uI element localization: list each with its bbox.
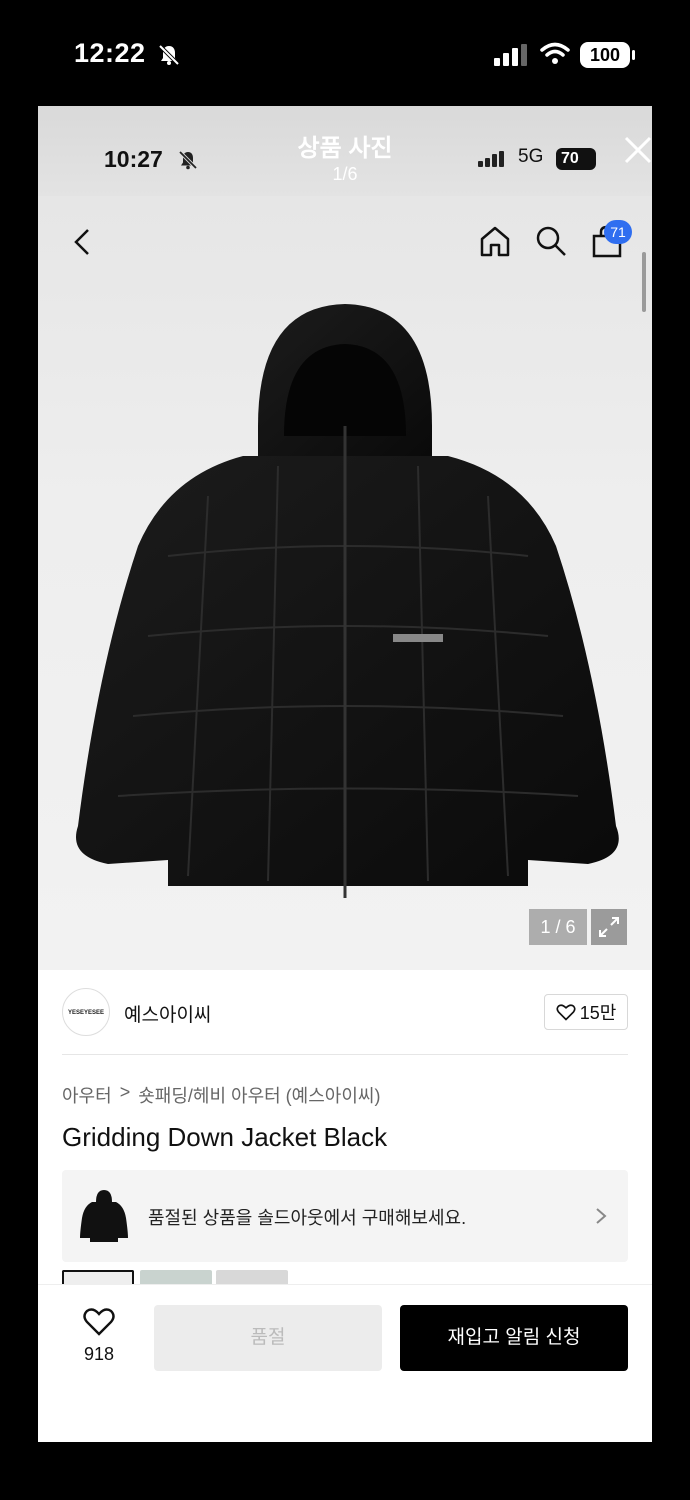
battery-indicator: 100 (580, 42, 635, 68)
brand-name[interactable]: 예스아이씨 (124, 1000, 211, 1027)
soldout-banner-text: 품절된 상품을 솔드아웃에서 구매해보세요. (148, 1208, 467, 1228)
outer-status-bar: 12:22 100 (0, 0, 690, 106)
wishlist-button[interactable]: 918 (74, 1307, 124, 1365)
signal-icon (494, 44, 527, 66)
breadcrumb-subcategory[interactable]: 숏패딩/헤비 아우터 (예스아이씨) (138, 1082, 380, 1108)
outer-clock: 12:22 (74, 38, 146, 68)
expand-icon[interactable] (591, 909, 627, 945)
cart-count-badge: 71 (604, 220, 632, 244)
search-icon[interactable] (534, 224, 568, 258)
brand-row: YESEYESEE 예스아이씨 15만 (62, 988, 628, 1044)
battery-indicator: 70 (556, 148, 596, 170)
jacket-thumbnail (80, 1190, 128, 1242)
back-arrow-icon[interactable] (68, 224, 96, 260)
divider (62, 1054, 628, 1055)
scrollbar[interactable] (642, 252, 646, 312)
restock-alert-button[interactable]: 재입고 알림 신청 (400, 1305, 628, 1371)
soldout-banner[interactable]: 품절된 상품을 솔드아웃에서 구매해보세요. (62, 1170, 628, 1262)
soldout-button: 품절 (154, 1305, 382, 1371)
network-label: 5G (518, 146, 544, 167)
breadcrumb-category[interactable]: 아우터 (62, 1082, 112, 1108)
photo-viewer: 10:27 상품 사진 1/6 5G 70 71 1 / 6 YESEYESEE… (38, 106, 652, 1442)
heart-icon (556, 1004, 576, 1021)
bell-muted-icon (158, 44, 180, 66)
brand-logo[interactable]: YESEYESEE (62, 988, 110, 1036)
jacket-image (76, 304, 619, 898)
viewer-header: 10:27 상품 사진 1/6 5G 70 (38, 106, 652, 196)
chevron-right-icon (596, 1208, 607, 1224)
brand-like-button[interactable]: 15만 (544, 994, 628, 1030)
image-counter: 1 / 6 (529, 909, 587, 945)
signal-icon (478, 151, 504, 167)
breadcrumb: 아우터 > 숏패딩/헤비 아우터 (예스아이씨) (62, 1082, 380, 1108)
home-icon[interactable] (478, 224, 512, 258)
breadcrumb-separator: > (119, 1082, 131, 1102)
product-title: Gridding Down Jacket Black (62, 1122, 388, 1152)
bottom-action-bar: 918 품절 재입고 알림 신청 (38, 1284, 652, 1442)
heart-icon (83, 1308, 115, 1336)
wishlist-count: 918 (83, 1344, 115, 1364)
wifi-icon (540, 42, 570, 64)
brand-like-count: 15만 (579, 1003, 617, 1023)
close-icon[interactable] (622, 134, 652, 164)
